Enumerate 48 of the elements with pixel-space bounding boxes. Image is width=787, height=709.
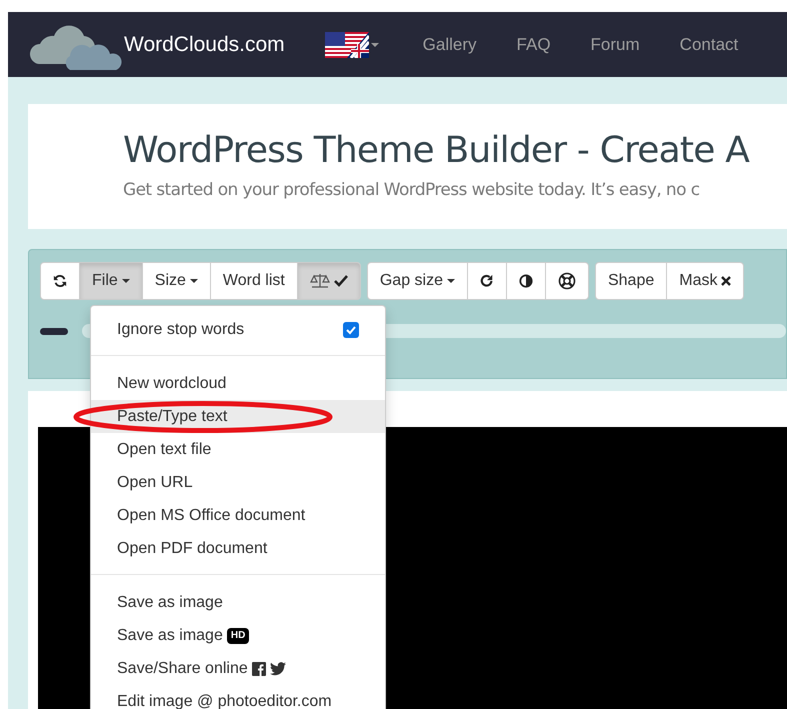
menu-item[interactable]: Save/Share online (91, 652, 385, 685)
menu-item[interactable]: Open MS Office document (91, 499, 385, 532)
menu-item[interactable]: Open PDF document (91, 532, 385, 565)
slider-handle[interactable] (40, 328, 68, 334)
toolbar-button[interactable]: Shape (594, 262, 668, 300)
close-icon (721, 276, 732, 286)
twitter-icon (270, 662, 286, 676)
nav-link[interactable]: Contact (660, 32, 758, 58)
caret-icon (122, 279, 130, 283)
toolbar-button[interactable] (506, 262, 546, 300)
menu-item[interactable]: Ignore stop words (91, 313, 385, 346)
menu-item[interactable]: Open text file (91, 433, 385, 466)
life-ring-icon (558, 272, 576, 290)
refresh-icon (53, 274, 67, 288)
nav-link[interactable]: FAQ (496, 32, 571, 58)
caret-icon (446, 279, 455, 283)
brand-name[interactable]: WordClouds.com (124, 28, 285, 60)
nav-link[interactable]: Gallery (402, 32, 497, 58)
toolbar-button[interactable] (466, 262, 507, 300)
caret-icon (190, 279, 198, 283)
page-subtitle: Get started on your professional WordPress website today. It’s easy, no c (123, 179, 700, 202)
toolbar-button[interactable]: File (79, 262, 143, 300)
menu-item-label: Ignore stop words (117, 320, 244, 340)
page-title: WordPress Theme Builder - Create A (123, 129, 750, 173)
menu-item-label: Save/Share online (117, 658, 248, 678)
menu-item[interactable]: New wordcloud (91, 367, 385, 400)
toolbar-button[interactable]: Mask (666, 262, 744, 300)
menu-item[interactable]: Edit image @ photoeditor.com (91, 685, 385, 709)
toolbar-button[interactable] (40, 262, 80, 300)
flag-icon[interactable] (324, 32, 369, 58)
check-icon (334, 275, 348, 287)
scale-icon (310, 273, 330, 289)
menu-item-label: Save as image (117, 626, 223, 646)
rotate-icon (480, 274, 494, 288)
checkbox[interactable] (343, 322, 359, 338)
menu-item[interactable]: Save as image HD (91, 619, 385, 652)
check-icon (345, 324, 357, 336)
toolbar-button[interactable]: Word list (210, 262, 298, 300)
contrast-icon (518, 274, 533, 288)
caret-icon (370, 42, 379, 46)
toolbar-button[interactable]: Size (142, 262, 211, 300)
hd-badge: HD (226, 628, 250, 644)
toolbar-button[interactable]: Gap size (366, 262, 468, 300)
facebook-icon (252, 662, 266, 676)
menu-item[interactable]: Open URL (91, 466, 385, 499)
nav-link[interactable]: Forum (570, 32, 660, 58)
toolbar-button[interactable] (544, 262, 589, 300)
menu-item[interactable]: Save as image (91, 586, 385, 619)
